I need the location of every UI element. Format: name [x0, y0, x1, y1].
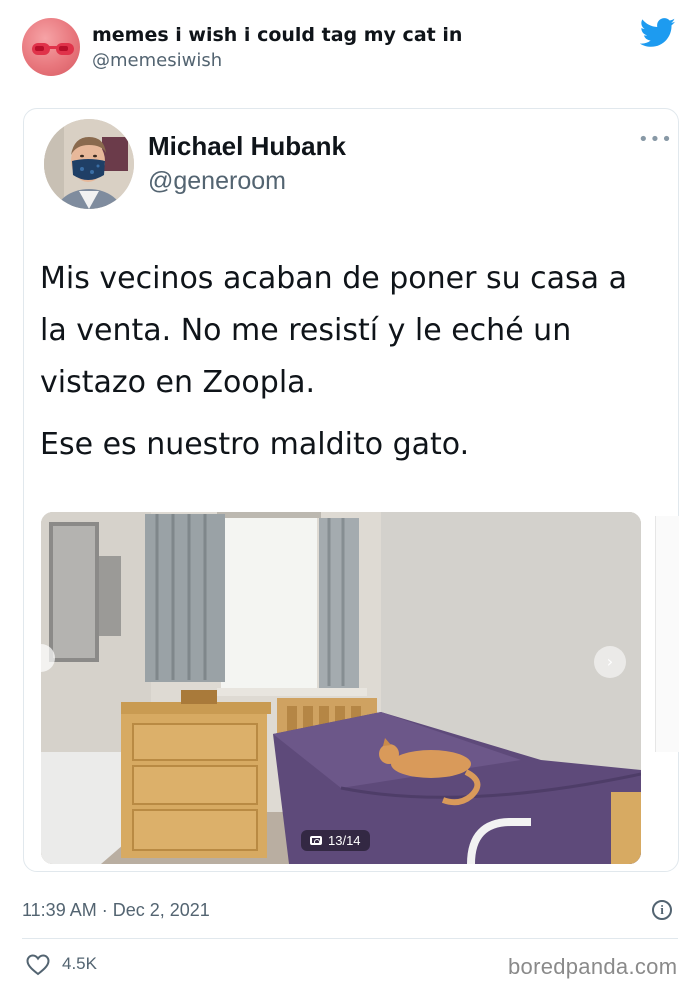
next-arrow-icon: ›	[606, 652, 614, 671]
avatar-photo	[44, 119, 134, 209]
inner-handle[interactable]: @generoom	[148, 167, 286, 196]
tweet-paragraph: Mis vecinos acaban de poner su casa a la…	[40, 261, 627, 400]
sunglasses-graphic	[32, 43, 74, 55]
inner-avatar[interactable]	[44, 119, 134, 209]
photo-counter-text: 13/14	[328, 833, 361, 848]
next-photo-peek[interactable]	[655, 516, 679, 752]
footer-divider	[22, 938, 678, 939]
like-count[interactable]: 4.5K	[62, 954, 97, 974]
photo-counter: 13/14	[301, 830, 370, 851]
camera-icon	[310, 836, 322, 845]
info-icon[interactable]: i	[652, 900, 672, 920]
tweet-body: Mis vecinos acaban de poner su casa a la…	[40, 253, 660, 481]
next-photo-button[interactable]: ›	[594, 646, 626, 678]
tweet-paragraph: Ese es nuestro maldito gato.	[40, 427, 470, 462]
tweet-screenshot: memes i wish i could tag my cat in @meme…	[0, 0, 700, 990]
more-dots-icon[interactable]: •••	[638, 131, 673, 149]
tweet-timestamp[interactable]: 11:39 AM · Dec 2, 2021	[22, 900, 210, 921]
outer-avatar[interactable]	[22, 18, 80, 76]
bedroom-image	[41, 512, 641, 864]
inner-display-name[interactable]: Michael Hubank	[148, 131, 346, 162]
boredpanda-watermark: boredpanda.com	[508, 954, 678, 979]
heart-icon[interactable]	[26, 954, 50, 976]
twitter-bird-icon[interactable]	[640, 18, 676, 48]
outer-handle[interactable]: @memesiwish	[92, 50, 222, 71]
outer-display-name[interactable]: memes i wish i could tag my cat in	[92, 24, 462, 46]
listing-photo[interactable]: › 13/14	[41, 512, 641, 864]
